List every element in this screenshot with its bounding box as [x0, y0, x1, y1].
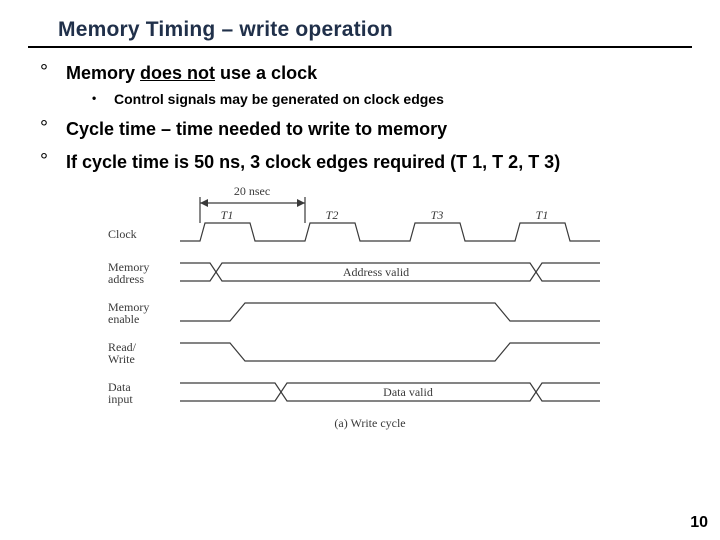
addr-valid-label: Address valid: [343, 265, 409, 279]
timing-diagram: 20 nsec Clock T1 T2 T3 T1 Memory address…: [100, 183, 620, 433]
wave-clock: [180, 223, 600, 241]
bullet-3: If cycle time is 50 ns, 3 clock edges re…: [40, 151, 692, 174]
timing-diagram-wrap: 20 nsec Clock T1 T2 T3 T1 Memory address…: [28, 183, 692, 433]
tick-t1b: T1: [536, 208, 549, 222]
bullet-2: Cycle time – time needed to write to mem…: [40, 118, 692, 141]
bullet-1-em: does not: [140, 63, 215, 83]
page-number: 10: [690, 514, 708, 532]
time-marker: 20 nsec: [200, 184, 305, 223]
bullet-1-post: use a clock: [215, 63, 317, 83]
wave-enable: [180, 303, 600, 321]
tick-t1: T1: [221, 208, 234, 222]
tick-t3: T3: [431, 208, 444, 222]
label-data-2: input: [108, 392, 133, 406]
wave-rw: [180, 343, 600, 361]
time-label: 20 nsec: [234, 184, 270, 198]
bullet-1-pre: Memory: [66, 63, 140, 83]
data-valid-label: Data valid: [383, 385, 433, 399]
slide-title: Memory Timing – write operation: [58, 18, 692, 42]
label-addr-2: address: [108, 272, 144, 286]
label-rw-2: Write: [108, 352, 135, 366]
sub-list-1: Control signals may be generated on cloc…: [66, 91, 692, 109]
label-en-2: enable: [108, 312, 139, 326]
tick-t2: T2: [326, 208, 339, 222]
slide: Memory Timing – write operation Memory d…: [0, 0, 720, 540]
bullet-1: Memory does not use a clock Control sign…: [40, 62, 692, 108]
label-clock: Clock: [108, 227, 137, 241]
sub-bullet-1: Control signals may be generated on cloc…: [92, 91, 692, 109]
bullet-list: Memory does not use a clock Control sign…: [28, 62, 692, 173]
diagram-caption: (a) Write cycle: [334, 416, 405, 430]
title-rule: [28, 46, 692, 48]
